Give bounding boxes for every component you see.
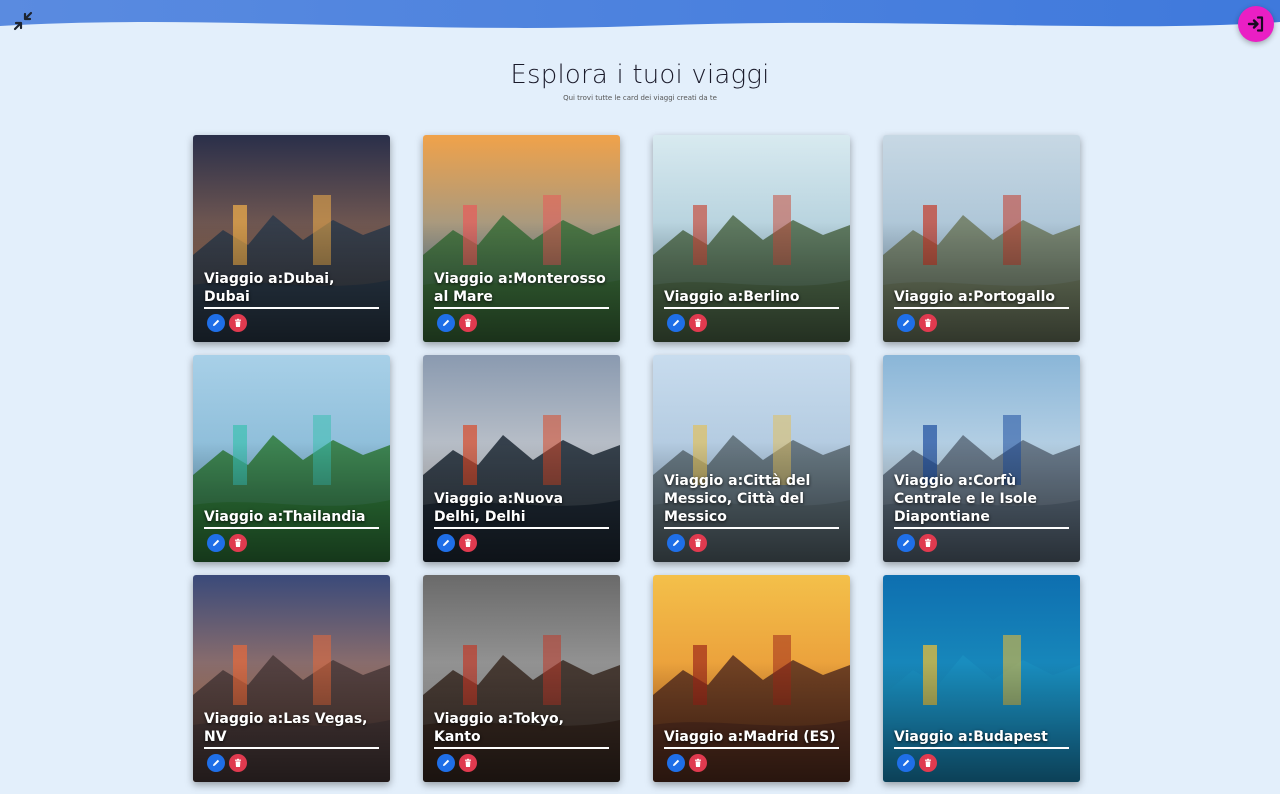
trip-card[interactable]: Viaggio a:Tokyo, Kanto [423,575,620,782]
trip-card-actions [207,534,247,552]
delete-button[interactable] [919,534,937,552]
trash-icon [695,538,701,547]
delete-button[interactable] [919,754,937,772]
delete-button[interactable] [459,534,477,552]
login-arrow-icon [1247,16,1264,32]
edit-button[interactable] [667,534,685,552]
trip-card[interactable]: Viaggio a:Las Vegas, NV [193,575,390,782]
trash-icon [925,538,931,547]
trip-card-actions [667,314,707,332]
trip-card-actions [667,754,707,772]
delete-button[interactable] [229,534,247,552]
pencil-icon [673,539,680,546]
trash-icon [235,538,241,547]
edit-button[interactable] [437,314,455,332]
trash-icon [695,758,701,767]
edit-button[interactable] [897,754,915,772]
trip-card[interactable]: Viaggio a:Thailandia [193,355,390,562]
trip-card[interactable]: Viaggio a:Città del Messico, Città del M… [653,355,850,562]
trip-card-actions [207,314,247,332]
pencil-icon [903,319,910,326]
delete-button[interactable] [689,314,707,332]
trip-card[interactable]: Viaggio a:Corfù Centrale e le Isole Diap… [883,355,1080,562]
edit-button[interactable] [897,534,915,552]
delete-button[interactable] [689,534,707,552]
pencil-icon [213,759,220,766]
edit-button[interactable] [437,754,455,772]
delete-button[interactable] [919,314,937,332]
trip-card[interactable]: Viaggio a:Portogallo [883,135,1080,342]
trip-card-title: Viaggio a:Dubai, Dubai [204,270,379,309]
trip-card[interactable]: Viaggio a:Budapest [883,575,1080,782]
trip-card-grid: Viaggio a:Dubai, Dubai Viaggio a:Monteros… [193,135,1083,782]
page-title: Esplora i tuoi viaggi [510,60,770,90]
trip-card[interactable]: Viaggio a:Nuova Delhi, Delhi [423,355,620,562]
trash-icon [925,758,931,767]
page-header: Esplora i tuoi viaggi Qui trovi tutte le… [0,60,1280,102]
edit-button[interactable] [897,314,915,332]
trip-card-actions [437,754,477,772]
trip-card-actions [897,314,937,332]
trip-card-title: Viaggio a:Berlino [664,288,839,309]
trash-icon [465,758,471,767]
pencil-icon [903,539,910,546]
edit-button[interactable] [207,534,225,552]
delete-button[interactable] [689,754,707,772]
pencil-icon [673,759,680,766]
trip-card[interactable]: Viaggio a:Monterosso al Mare [423,135,620,342]
trash-icon [695,318,701,327]
pencil-icon [443,759,450,766]
trip-card[interactable]: Viaggio a:Madrid (ES) [653,575,850,782]
trip-card-title: Viaggio a:Nuova Delhi, Delhi [434,490,609,529]
edit-button[interactable] [667,314,685,332]
login-button[interactable] [1238,6,1274,42]
pencil-icon [213,319,220,326]
pencil-icon [903,759,910,766]
trip-card-title: Viaggio a:Madrid (ES) [664,728,839,749]
edit-button[interactable] [437,534,455,552]
trash-icon [925,318,931,327]
trash-icon [235,318,241,327]
trip-card-title: Viaggio a:Tokyo, Kanto [434,710,609,749]
page-subtitle: Qui trovi tutte le card dei viaggi creat… [563,94,717,102]
trip-card-title: Viaggio a:Corfù Centrale e le Isole Diap… [894,472,1069,529]
delete-button[interactable] [229,754,247,772]
delete-button[interactable] [229,314,247,332]
trip-card-title: Viaggio a:Città del Messico, Città del M… [664,472,839,529]
edit-button[interactable] [667,754,685,772]
trip-card[interactable]: Viaggio a:Berlino [653,135,850,342]
trip-card-title: Viaggio a:Portogallo [894,288,1069,309]
trip-card-actions [207,754,247,772]
trash-icon [235,758,241,767]
trash-icon [465,318,471,327]
trip-card-title: Viaggio a:Budapest [894,728,1069,749]
trip-card-actions [667,534,707,552]
trip-card-actions [437,314,477,332]
trip-card-actions [897,754,937,772]
collapse-arrows-icon[interactable] [12,10,34,32]
pencil-icon [673,319,680,326]
trip-card-title: Viaggio a:Thailandia [204,508,379,529]
pencil-icon [443,319,450,326]
trip-card[interactable]: Viaggio a:Dubai, Dubai [193,135,390,342]
trip-card-actions [897,534,937,552]
delete-button[interactable] [459,314,477,332]
edit-button[interactable] [207,314,225,332]
trash-icon [465,538,471,547]
trip-card-actions [437,534,477,552]
pencil-icon [213,539,220,546]
edit-button[interactable] [207,754,225,772]
trip-card-title: Viaggio a:Las Vegas, NV [204,710,379,749]
delete-button[interactable] [459,754,477,772]
trip-card-title: Viaggio a:Monterosso al Mare [434,270,609,309]
pencil-icon [443,539,450,546]
header-wave [0,0,1280,28]
